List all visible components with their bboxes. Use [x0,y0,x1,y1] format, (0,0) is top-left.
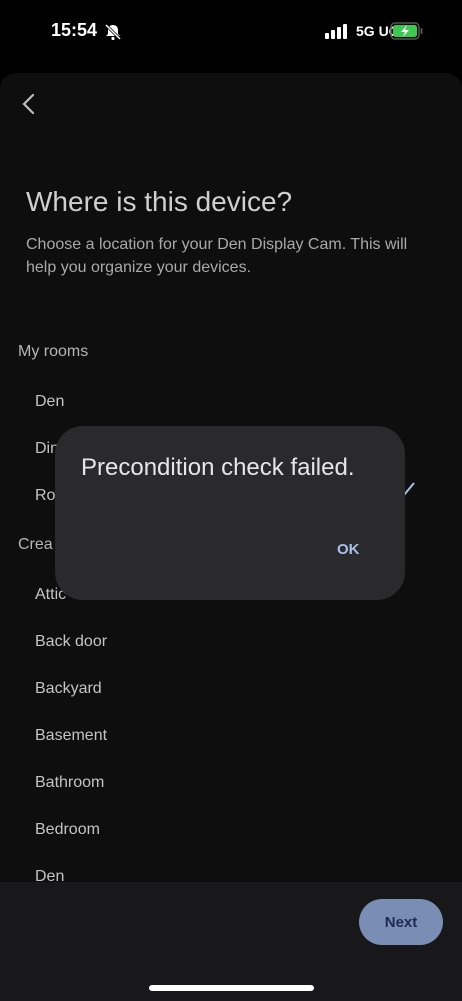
page-title: Where is this device? [26,186,293,217]
next-button[interactable]: Next [359,899,443,945]
room-type-item[interactable]: Basement [35,727,107,745]
room-item[interactable]: Den [35,393,64,411]
status-bar: 15:54 5G UC [0,0,462,62]
chevron-left-icon[interactable] [18,92,40,116]
room-item[interactable]: Ro [35,487,55,505]
room-type-item[interactable]: Bedroom [35,821,100,839]
room-type-item[interactable]: Bathroom [35,774,104,792]
my-rooms-heading: My rooms [18,343,89,360]
bell-slash-icon [104,23,122,41]
room-type-item[interactable]: Back door [35,633,107,651]
page-subtitle: Choose a location for your Den Display C… [26,236,408,276]
create-room-heading: Crea [18,536,53,553]
error-dialog: Precondition check failed. OK [55,426,405,600]
status-time: 15:54 [51,20,98,40]
room-type-item[interactable]: Backyard [35,680,102,698]
dialog-message: Precondition check failed. [81,454,355,481]
signal-icon [325,24,347,39]
ok-button[interactable]: OK [331,540,366,559]
battery-charging-icon [390,22,423,40]
home-indicator[interactable] [149,985,314,991]
